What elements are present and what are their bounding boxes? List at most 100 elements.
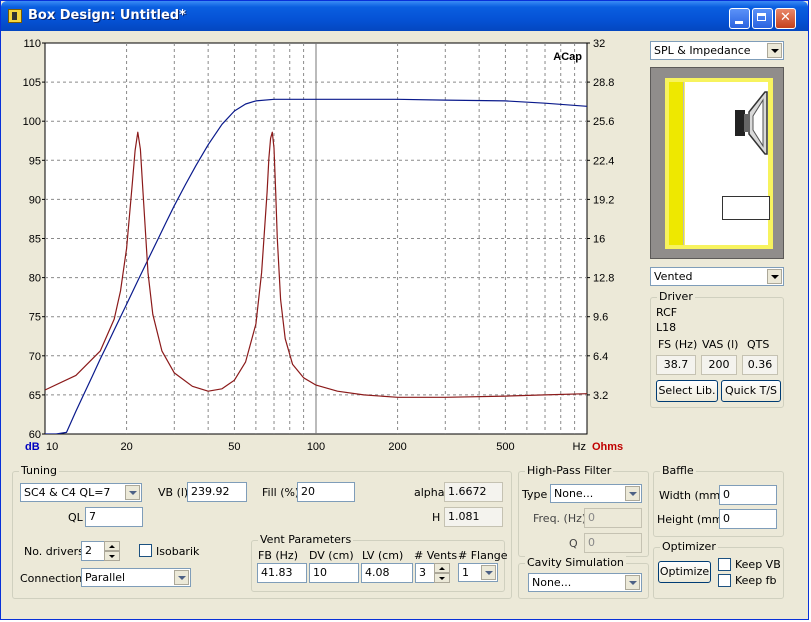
maximize-icon: [757, 13, 766, 21]
close-icon: ✕: [780, 10, 791, 25]
dv-input[interactable]: 10: [309, 563, 359, 583]
no-drivers-spinner[interactable]: [104, 541, 120, 561]
vb-label: VB (l): [158, 486, 189, 499]
chart-watermark: ACap: [553, 51, 582, 63]
box-diagram: [650, 67, 784, 259]
y-right-tick-label: 22.4: [593, 155, 614, 167]
h-value: 1.081: [444, 507, 503, 527]
vents-label: # Vents: [414, 549, 458, 562]
quick-ts-button[interactable]: Quick T/S: [721, 380, 781, 402]
x-tick-label: 100: [307, 441, 325, 453]
keep-vb-checkbox[interactable]: [718, 558, 731, 571]
x-tick-label: 200: [388, 441, 406, 453]
y-right-unit-label: Ohms: [592, 441, 623, 453]
x-tick-label: 50: [228, 441, 240, 453]
chevron-down-icon[interactable]: [767, 269, 782, 284]
ql-input[interactable]: 7: [85, 507, 143, 527]
hp-freq-input[interactable]: 0: [584, 508, 642, 528]
fill-input[interactable]: 20: [297, 482, 355, 502]
fill-label: Fill (%): [262, 486, 300, 499]
hp-type-value: None...: [554, 487, 594, 500]
box-damping-fill: [669, 82, 684, 245]
y-right-tick-label: 28.8: [593, 77, 614, 89]
vas-label: VAS (l): [702, 338, 739, 351]
highpass-group-title: High-Pass Filter: [525, 464, 614, 477]
response-chart[interactable]: 110 105 100 95 90 85 80 75 70 65 60 32 28.8 25.6 22.4 1…: [9, 34, 641, 460]
baffle-width-input[interactable]: 0: [719, 485, 777, 505]
spin-up-icon[interactable]: [104, 541, 120, 551]
connection-label: Connection: [20, 572, 83, 585]
y-right-tick-label: 6.4: [593, 351, 608, 363]
speaker-icon: [731, 88, 771, 158]
keep-vb-label: Keep VB: [735, 558, 781, 571]
y-left-tick-label: 70: [29, 351, 41, 363]
chevron-down-icon[interactable]: [767, 43, 782, 58]
y-left-tick-label: 85: [29, 234, 41, 246]
select-lib-label: Select Lib.: [658, 384, 716, 397]
close-button[interactable]: ✕: [775, 8, 796, 29]
isobarik-label: Isobarik: [156, 545, 200, 558]
vent-port: [722, 196, 770, 220]
hp-q-label: Q: [569, 537, 578, 550]
vents-input[interactable]: 3: [415, 563, 435, 583]
y-right-tick-label: 16: [593, 234, 605, 246]
chevron-down-icon[interactable]: [625, 486, 640, 501]
app-window: Box Design: Untitled* ✕ 110 105 100 95 90 85 8…: [0, 0, 809, 620]
window-title: Box Design: Untitled*: [28, 8, 186, 23]
speaker-app-icon[interactable]: [8, 9, 22, 23]
chevron-down-icon[interactable]: [125, 485, 140, 500]
select-lib-button[interactable]: Select Lib.: [656, 380, 718, 402]
baffle-height-input[interactable]: 0: [719, 509, 777, 529]
minimize-button[interactable]: [729, 8, 750, 29]
vb-input[interactable]: 239.92: [187, 482, 247, 502]
keep-fb-checkbox[interactable]: [718, 574, 731, 587]
lv-input[interactable]: 4.08: [361, 563, 413, 583]
quick-ts-label: Quick T/S: [724, 384, 777, 397]
view-select[interactable]: SPL & Impedance: [650, 41, 784, 60]
optimize-button[interactable]: Optimize: [658, 561, 711, 583]
y-left-tick-label: 110: [23, 38, 41, 50]
y-right-tick-label: 19.2: [593, 194, 614, 206]
hp-q-input[interactable]: 0: [584, 533, 642, 553]
chevron-down-icon[interactable]: [174, 570, 189, 585]
box-type-value: Vented: [654, 270, 693, 283]
y-right-tick-label: 12.8: [593, 273, 614, 285]
y-right-tick-label: 25.6: [593, 116, 614, 128]
isobarik-checkbox[interactable]: [139, 544, 152, 557]
y-left-tick-label: 105: [23, 77, 41, 89]
driver-group-title: Driver: [657, 290, 695, 303]
spin-down-icon[interactable]: [104, 551, 120, 561]
flange-value: 1: [462, 566, 469, 579]
x-tick-label: 10: [46, 441, 58, 453]
y-right-tick-label: 3.2: [593, 390, 608, 402]
tuning-group-title: Tuning: [19, 464, 60, 477]
fb-input[interactable]: 41.83: [257, 563, 307, 583]
h-label: H: [432, 511, 441, 524]
cavity-select[interactable]: None...: [528, 573, 642, 592]
flange-select[interactable]: 1: [458, 563, 498, 582]
cavity-value: None...: [532, 576, 572, 589]
hp-type-select[interactable]: None...: [550, 484, 642, 503]
connection-select[interactable]: Parallel: [81, 568, 191, 587]
chevron-down-icon[interactable]: [625, 575, 640, 590]
y-left-tick-label: 80: [29, 273, 41, 285]
alignment-select[interactable]: SC4 & C4 QL=7: [20, 483, 142, 502]
spin-up-icon[interactable]: [434, 563, 450, 573]
fb-label: FB (Hz): [258, 549, 298, 562]
lv-label: LV (cm): [362, 549, 404, 562]
alignment-value: SC4 & C4 QL=7: [24, 486, 111, 499]
box-type-select[interactable]: Vented: [650, 267, 784, 286]
no-drivers-label: No. drivers: [24, 545, 84, 558]
title-bar[interactable]: Box Design: Untitled* ✕: [1, 1, 808, 31]
spin-down-icon[interactable]: [434, 573, 450, 583]
y-left-tick-label: 90: [29, 194, 41, 206]
alpha-label: alpha: [414, 486, 445, 499]
chevron-down-icon[interactable]: [481, 565, 496, 580]
baffle-group-title: Baffle: [660, 464, 696, 477]
maximize-button[interactable]: [752, 8, 773, 29]
flange-label: # Flange: [458, 549, 508, 562]
connection-value: Parallel: [85, 571, 126, 584]
no-drivers-input[interactable]: 2: [81, 541, 105, 561]
vents-spinner[interactable]: [434, 563, 450, 583]
y-left-tick-label: 65: [29, 390, 41, 402]
